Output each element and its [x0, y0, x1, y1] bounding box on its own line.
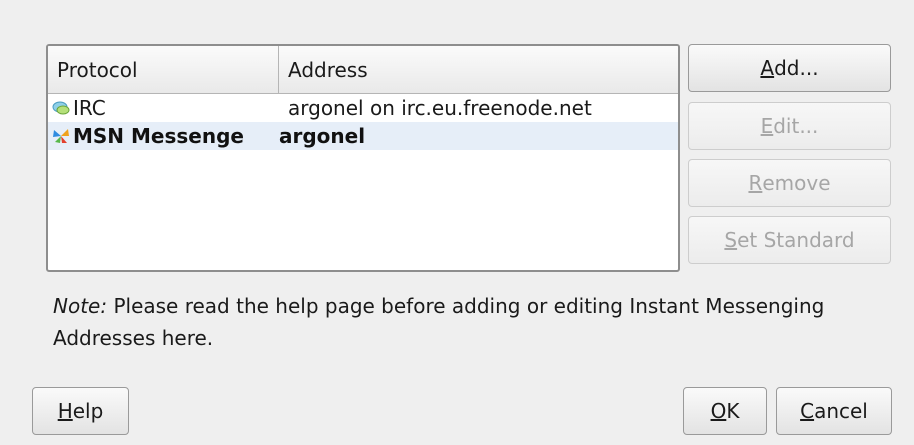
irc-icon: [52, 101, 70, 115]
cancel-button-mnemonic: C: [800, 399, 815, 423]
table-header: Protocol Address: [48, 46, 678, 94]
help-button-mnemonic: H: [57, 399, 73, 423]
set-standard-button[interactable]: Set Standard: [688, 216, 891, 264]
ok-button[interactable]: OK: [683, 387, 767, 435]
edit-button-mnemonic: E: [760, 114, 774, 138]
help-button-label: elp: [72, 399, 104, 423]
set-standard-button-label: et Standard: [737, 228, 855, 252]
column-header-protocol-label: Protocol: [57, 57, 138, 82]
protocol-cell: MSN Messenge: [48, 124, 279, 148]
set-standard-button-mnemonic: S: [724, 228, 738, 252]
cancel-button[interactable]: Cancel: [776, 387, 892, 435]
column-header-address-label: Address: [288, 57, 368, 82]
remove-button-mnemonic: R: [748, 171, 763, 195]
protocol-cell: IRC: [48, 96, 279, 120]
ok-button-mnemonic: O: [710, 399, 727, 423]
protocol-label: IRC: [73, 96, 106, 120]
remove-button[interactable]: Remove: [688, 159, 891, 207]
address-cell: argonel on irc.eu.freenode.net: [288, 96, 592, 120]
column-header-address[interactable]: Address: [279, 46, 678, 93]
note-label: Note:: [53, 294, 108, 318]
cancel-button-label: ancel: [814, 399, 868, 423]
table-row[interactable]: IRC argonel on irc.eu.freenode.net: [48, 94, 678, 122]
edit-button[interactable]: Edit...: [688, 102, 891, 150]
help-button[interactable]: Help: [32, 387, 129, 435]
add-button-mnemonic: A: [760, 56, 775, 80]
address-cell: argonel: [279, 124, 366, 148]
help-note: Note: Please read the help page before a…: [53, 290, 853, 354]
note-text: Please read the help page before adding …: [53, 294, 825, 350]
remove-button-label: emove: [762, 171, 831, 195]
protocol-label: MSN Messenge: [73, 124, 244, 148]
msn-butterfly-icon: [53, 129, 69, 143]
add-button[interactable]: Add...: [688, 44, 891, 92]
add-button-label: dd...: [774, 56, 819, 80]
ok-button-label: K: [726, 399, 740, 423]
table-row[interactable]: MSN Messenge argonel: [48, 122, 678, 150]
column-header-protocol[interactable]: Protocol: [48, 46, 279, 93]
edit-button-label: dit...: [773, 114, 819, 138]
im-address-table[interactable]: Protocol Address IRC argonel on irc.eu.f…: [46, 44, 680, 272]
